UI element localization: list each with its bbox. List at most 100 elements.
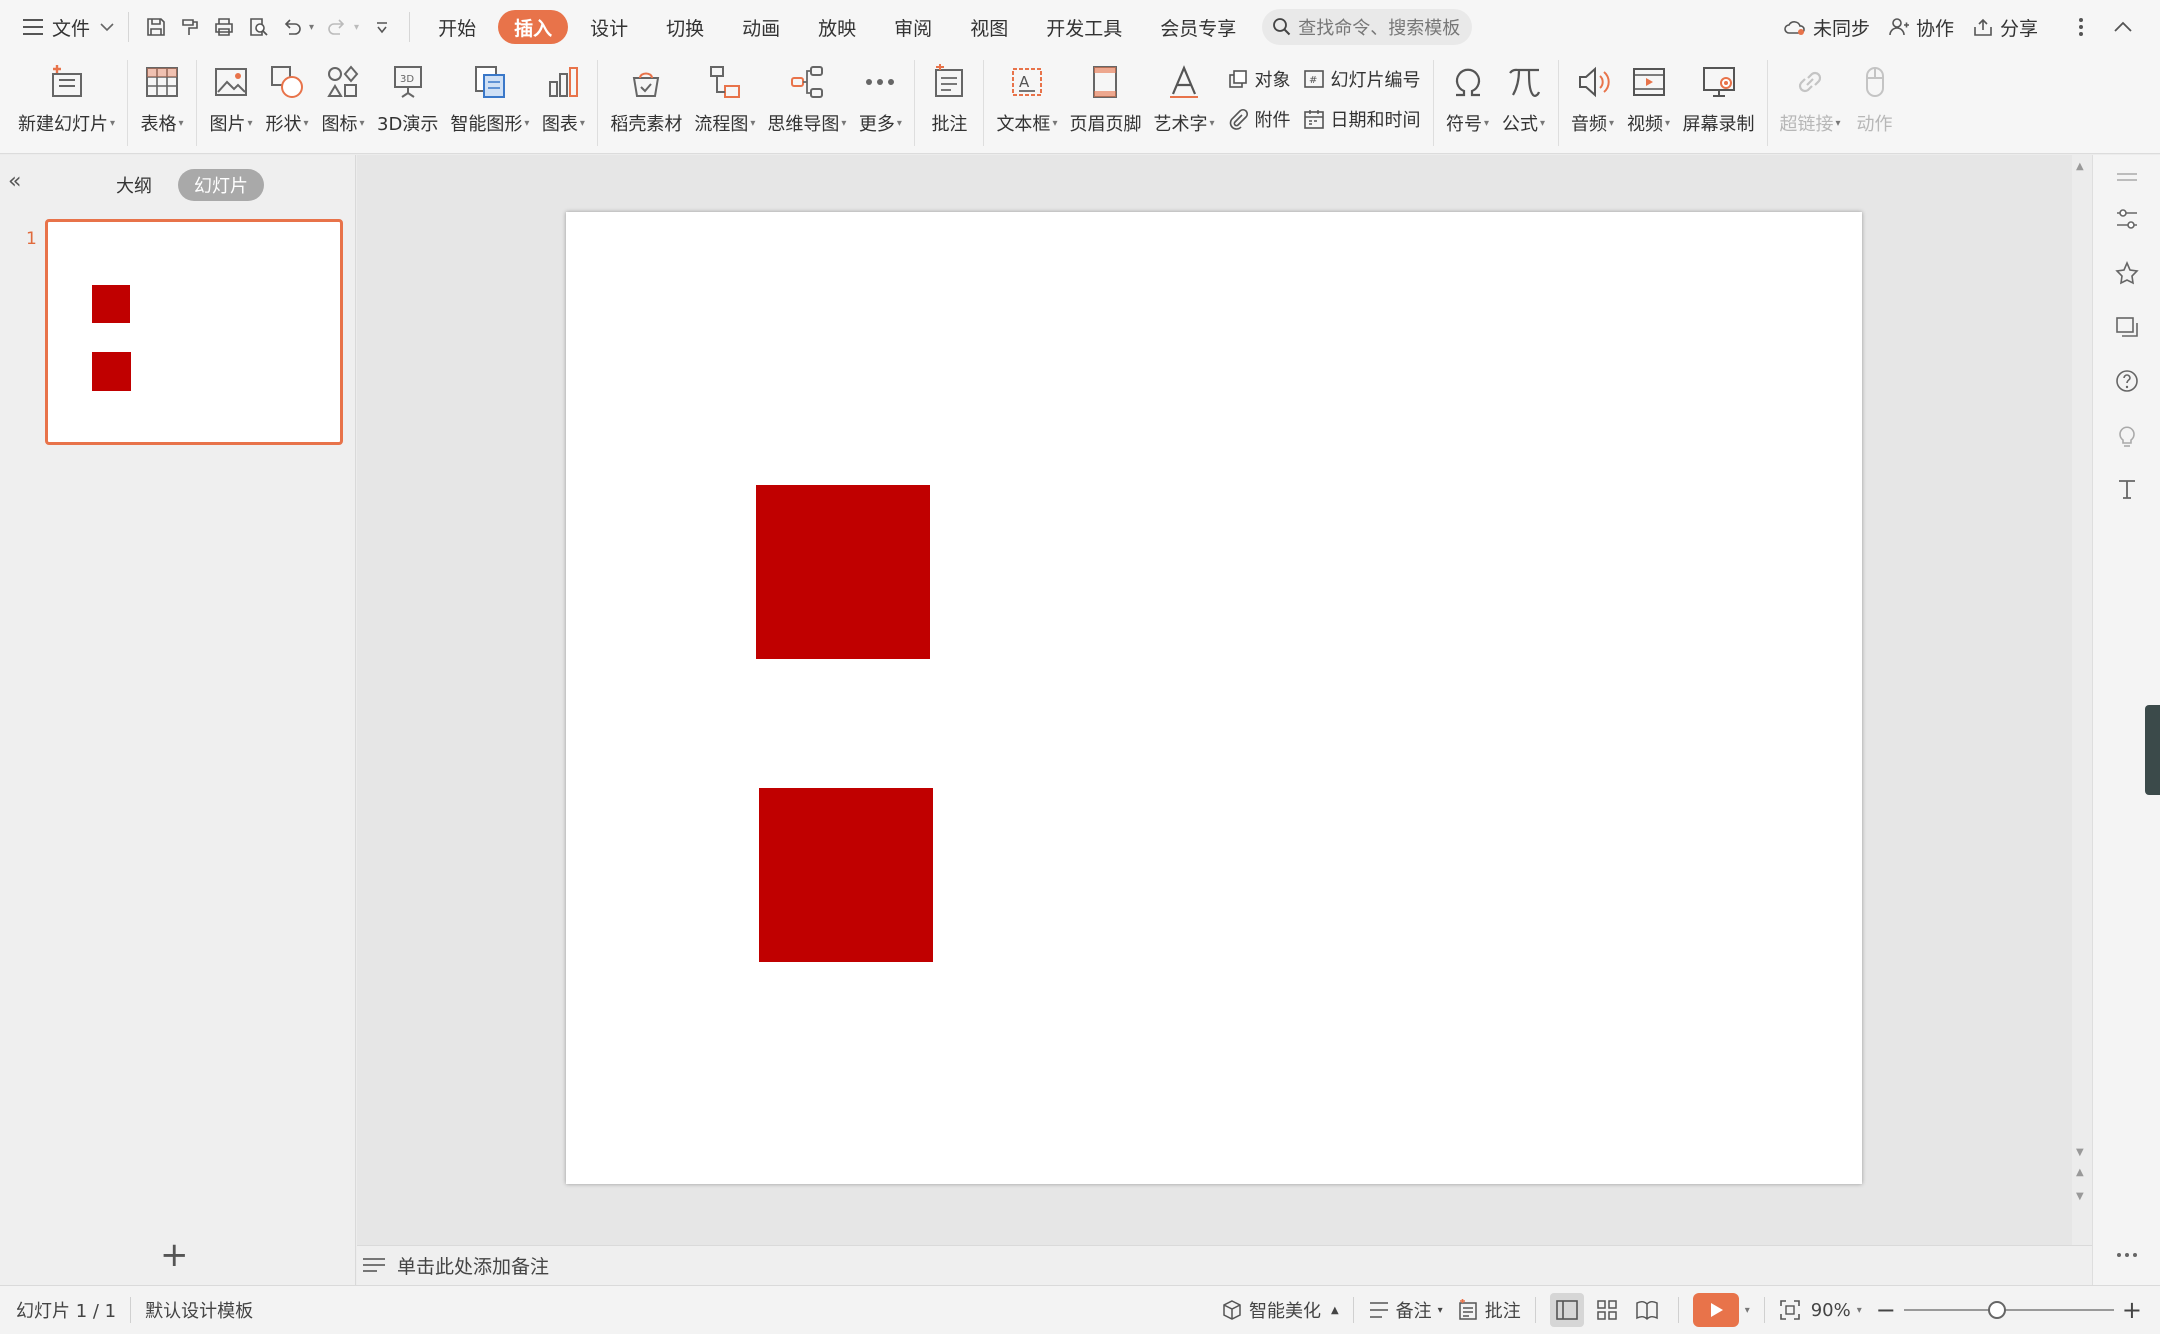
- scroll-down-icon[interactable]: ▼: [2076, 1147, 2084, 1158]
- material-button[interactable]: 稻壳素材: [604, 60, 688, 136]
- tab-membership[interactable]: 会员专享: [1144, 10, 1252, 44]
- flowchart-button[interactable]: 流程图 ▾: [688, 60, 761, 136]
- scroll-up-icon[interactable]: ▲: [2076, 161, 2084, 172]
- add-slide-icon[interactable]: +: [160, 1235, 189, 1275]
- symbol-button[interactable]: 符号 ▾: [1440, 60, 1496, 136]
- zoom-level-dropdown[interactable]: 90% ▾: [1811, 1300, 1862, 1321]
- tab-slideshow[interactable]: 放映: [802, 10, 872, 44]
- more-button[interactable]: 更多 ▾: [852, 60, 908, 136]
- tab-outline[interactable]: 大纲: [100, 169, 168, 201]
- undo-dropdown-icon[interactable]: ▾: [309, 22, 314, 33]
- 3d-demo-button[interactable]: 3D 3D演示: [371, 60, 444, 136]
- collapse-panel-icon[interactable]: «: [8, 169, 21, 194]
- zoom-slider[interactable]: [1903, 1301, 2114, 1319]
- notes-bar[interactable]: 单击此处添加备注: [357, 1245, 2092, 1285]
- red-square-shape[interactable]: [756, 485, 930, 659]
- divider: [914, 60, 916, 146]
- save-icon[interactable]: [139, 10, 173, 44]
- table-button[interactable]: 表格 ▾: [134, 60, 190, 136]
- new-slide-button[interactable]: 新建幻灯片 ▾: [12, 60, 121, 136]
- smartart-button[interactable]: 智能图形 ▾: [444, 60, 535, 136]
- transition-icon[interactable]: [2111, 311, 2143, 343]
- print-icon[interactable]: [207, 10, 241, 44]
- chart-button[interactable]: 图表 ▾: [535, 60, 591, 136]
- insert-small-group: 对象 附件: [1221, 60, 1297, 134]
- tab-review[interactable]: 审阅: [878, 10, 948, 44]
- next-slide-icon[interactable]: ▼: [2076, 1191, 2084, 1202]
- tab-slides[interactable]: 幻灯片: [178, 169, 264, 201]
- zoom-slider-knob[interactable]: [1987, 1301, 2006, 1319]
- template-name[interactable]: 默认设计模板: [145, 1297, 253, 1323]
- prev-slide-icon[interactable]: ▲: [2076, 1167, 2084, 1178]
- share-button[interactable]: 分享: [1972, 14, 2038, 41]
- comment-button[interactable]: 批注: [921, 60, 977, 136]
- animation-star-icon[interactable]: [2111, 257, 2143, 289]
- notes-toggle-button[interactable]: 备注 ▾: [1368, 1297, 1443, 1323]
- main-tabs: 开始 插入 设计 切换 动画 放映 审阅 视图 开发工具 会员专享: [422, 10, 1252, 44]
- tab-view[interactable]: 视图: [954, 10, 1024, 44]
- slide-thumbnail[interactable]: [45, 219, 343, 445]
- object-button[interactable]: 对象: [1227, 64, 1291, 94]
- fit-to-window-button[interactable]: [1779, 1299, 1801, 1321]
- menu-lines-icon[interactable]: [2111, 161, 2143, 193]
- share-icon: [1972, 17, 1994, 37]
- undo-icon[interactable]: [275, 10, 309, 44]
- audio-button[interactable]: 音频 ▾: [1565, 60, 1621, 136]
- tab-transition[interactable]: 切换: [650, 10, 720, 44]
- shape-button[interactable]: 形状 ▾: [259, 60, 315, 136]
- sorter-view-button[interactable]: [1590, 1293, 1624, 1327]
- file-menu[interactable]: 文件: [22, 14, 114, 41]
- header-footer-button[interactable]: 页眉页脚: [1063, 60, 1147, 136]
- zoom-in-icon[interactable]: +: [2122, 1296, 2142, 1324]
- properties-icon[interactable]: [2111, 203, 2143, 235]
- divider: [128, 12, 130, 42]
- more-options-icon[interactable]: [2064, 10, 2098, 44]
- picture-button[interactable]: 图片 ▾: [203, 60, 259, 136]
- tab-design[interactable]: 设计: [574, 10, 644, 44]
- mindmap-button[interactable]: 思维导图 ▾: [761, 60, 852, 136]
- print-preview-icon[interactable]: [241, 10, 275, 44]
- reading-view-button[interactable]: [1630, 1293, 1664, 1327]
- tab-animation[interactable]: 动画: [726, 10, 796, 44]
- red-square-shape[interactable]: [759, 788, 933, 962]
- sync-status-button[interactable]: 未同步: [1783, 14, 1870, 41]
- side-handle[interactable]: [2145, 705, 2160, 795]
- screen-record-icon: [1697, 60, 1741, 104]
- lightbulb-icon[interactable]: [2111, 419, 2143, 451]
- screen-record-button[interactable]: 屏幕录制: [1677, 60, 1761, 136]
- formula-label: 公式: [1501, 114, 1538, 135]
- smart-beautify-button[interactable]: 智能美化 ▲: [1221, 1297, 1339, 1323]
- tab-insert[interactable]: 插入: [498, 10, 569, 44]
- play-icon: [1707, 1301, 1725, 1319]
- divider: [127, 60, 129, 146]
- zoom-out-icon[interactable]: −: [1876, 1296, 1896, 1324]
- slide-canvas[interactable]: [566, 212, 1862, 1184]
- comments-toggle-button[interactable]: 批注: [1457, 1297, 1521, 1323]
- collaborate-button[interactable]: 协作: [1888, 14, 1954, 41]
- more-options-icon[interactable]: [2111, 1239, 2143, 1271]
- tab-developer[interactable]: 开发工具: [1030, 10, 1138, 44]
- normal-view-button[interactable]: [1549, 1293, 1584, 1327]
- help-icon[interactable]: [2111, 365, 2143, 397]
- object-label: 对象: [1254, 70, 1291, 91]
- collapse-ribbon-icon[interactable]: [2106, 10, 2140, 44]
- formula-button[interactable]: 公式 ▾: [1496, 60, 1552, 136]
- datetime-button[interactable]: 日期和时间: [1303, 104, 1421, 134]
- text-format-icon[interactable]: [2111, 473, 2143, 505]
- customize-toolbar-icon[interactable]: [365, 10, 399, 44]
- video-button[interactable]: 视频 ▾: [1621, 60, 1677, 136]
- slideshow-play-button[interactable]: [1692, 1293, 1739, 1327]
- redo-icon[interactable]: [320, 10, 354, 44]
- tab-home[interactable]: 开始: [422, 10, 492, 44]
- textbox-button[interactable]: A 文本框 ▾: [990, 60, 1063, 136]
- format-painter-icon[interactable]: [173, 10, 207, 44]
- icons-button[interactable]: 图标 ▾: [315, 60, 371, 136]
- command-search[interactable]: 查找命令、搜索模板: [1262, 9, 1473, 45]
- wordart-button[interactable]: 艺术字 ▾: [1147, 60, 1220, 136]
- vertical-scrollbar[interactable]: ▲ ▲ ▼ ▼: [2072, 155, 2092, 1245]
- zoom-level: 90%: [1810, 1299, 1851, 1321]
- redo-dropdown-icon[interactable]: ▾: [354, 22, 359, 33]
- attachment-button[interactable]: 附件: [1227, 104, 1291, 134]
- slideshow-dropdown-icon[interactable]: ▾: [1745, 1305, 1750, 1316]
- slide-number-button[interactable]: # 幻灯片编号: [1303, 64, 1421, 94]
